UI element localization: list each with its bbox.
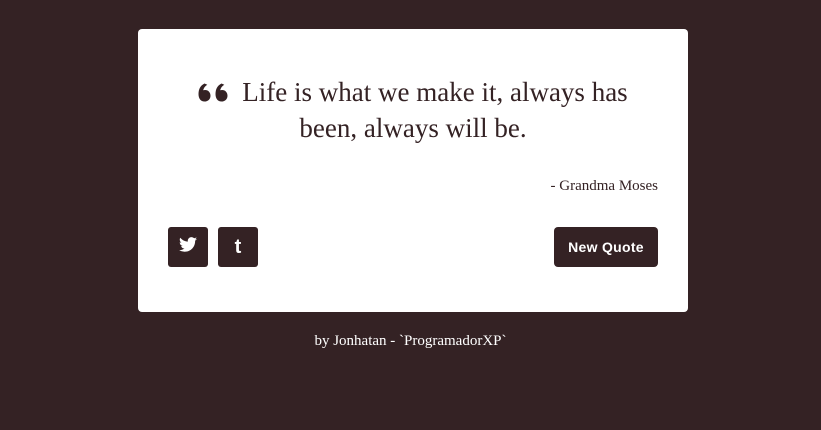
quote-author: - Grandma Moses	[550, 178, 658, 194]
quote-box: Life is what we make it, always has been…	[138, 29, 688, 312]
tumblr-icon: t	[234, 236, 242, 258]
quote-left-icon	[198, 80, 228, 102]
tumblr-quote-button[interactable]: t	[218, 227, 258, 267]
footer-credit: by Jonhatan - `ProgramadorXP`	[314, 333, 507, 349]
quote-text-block: Life is what we make it, always has been…	[178, 74, 648, 146]
new-quote-button[interactable]: New Quote	[554, 227, 658, 267]
tweet-quote-button[interactable]	[168, 227, 208, 267]
twitter-icon	[179, 237, 197, 257]
quote-text: Life is what we make it, always has been…	[242, 77, 628, 143]
